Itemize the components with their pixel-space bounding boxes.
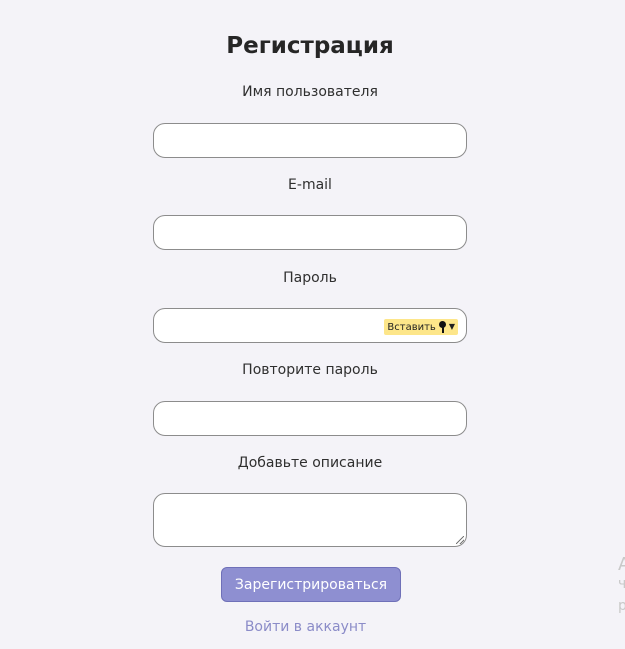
login-link[interactable]: Войти в аккаунт — [0, 619, 611, 635]
register-button[interactable]: Зарегистрироваться — [221, 567, 401, 602]
repeat-password-field[interactable] — [153, 401, 467, 436]
username-field[interactable] — [153, 123, 467, 158]
chevron-down-icon: ▼ — [448, 322, 455, 331]
page-title: Регистрация — [226, 33, 394, 59]
paste-badge-label: Вставить — [387, 321, 436, 333]
password-label: Пароль — [283, 270, 337, 286]
password-field[interactable]: Вставить ▼ — [153, 308, 467, 343]
clipped-side-text-1: А — [618, 554, 625, 575]
clipped-side-text-3: р — [618, 598, 625, 614]
paste-password-button[interactable]: Вставить ▼ — [384, 319, 458, 335]
description-label: Добавьте описание — [237, 455, 383, 471]
description-textarea[interactable] — [153, 493, 467, 547]
clipped-side-text-2: ч — [618, 576, 625, 592]
username-label: Имя пользователя — [242, 84, 378, 100]
resize-grip-icon[interactable] — [456, 536, 464, 544]
email-field[interactable] — [153, 215, 467, 250]
key-icon — [438, 321, 447, 333]
repeat-password-label: Повторите пароль — [242, 362, 378, 378]
email-label: E-mail — [288, 177, 332, 193]
